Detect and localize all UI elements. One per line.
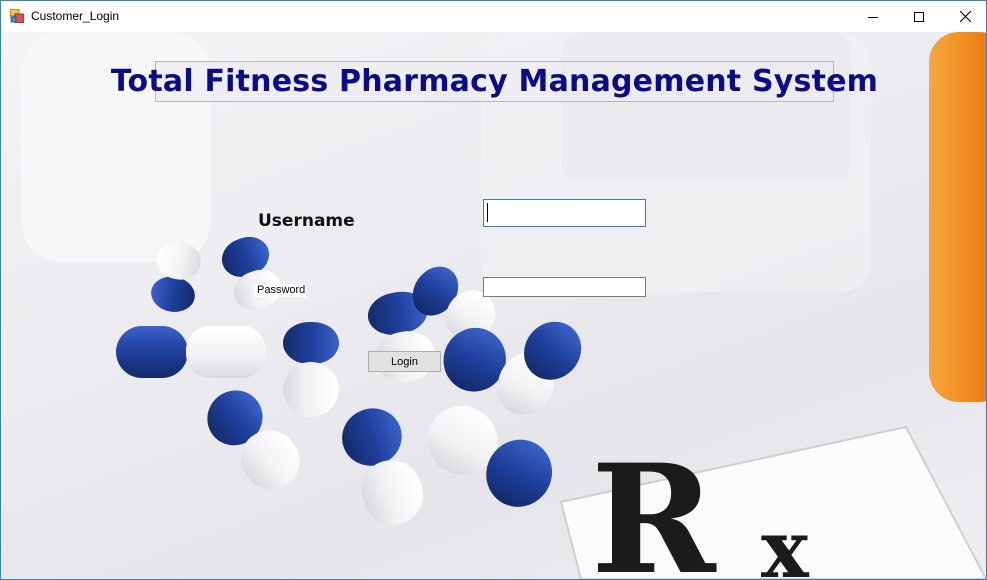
username-label: Username <box>258 211 355 231</box>
maximize-button[interactable] <box>896 1 942 32</box>
password-label: Password <box>254 284 306 297</box>
close-button[interactable] <box>942 1 986 32</box>
title-bar[interactable]: Customer_Login <box>1 1 986 32</box>
svg-text:R: R <box>591 432 717 579</box>
form-client-area: R x Total Fitness Pharmacy Management Sy… <box>1 32 986 579</box>
page-title: Total Fitness Pharmacy Management System <box>110 64 879 99</box>
background-image: R x <box>21 32 986 579</box>
minimize-icon <box>868 16 878 18</box>
login-window: Customer_Login R x Total Fitness Pharmac… <box>0 0 987 580</box>
username-input[interactable] <box>483 199 646 227</box>
header-panel: Total Fitness Pharmacy Management System <box>111 61 878 102</box>
minimize-button[interactable] <box>850 1 896 32</box>
close-icon <box>959 11 971 22</box>
login-button[interactable]: Login <box>368 351 441 372</box>
text-caret <box>487 203 488 222</box>
svg-text:x: x <box>761 502 810 579</box>
app-icon <box>10 9 24 23</box>
window-title: Customer_Login <box>31 9 120 23</box>
maximize-icon <box>914 11 924 22</box>
password-input[interactable] <box>483 277 646 297</box>
